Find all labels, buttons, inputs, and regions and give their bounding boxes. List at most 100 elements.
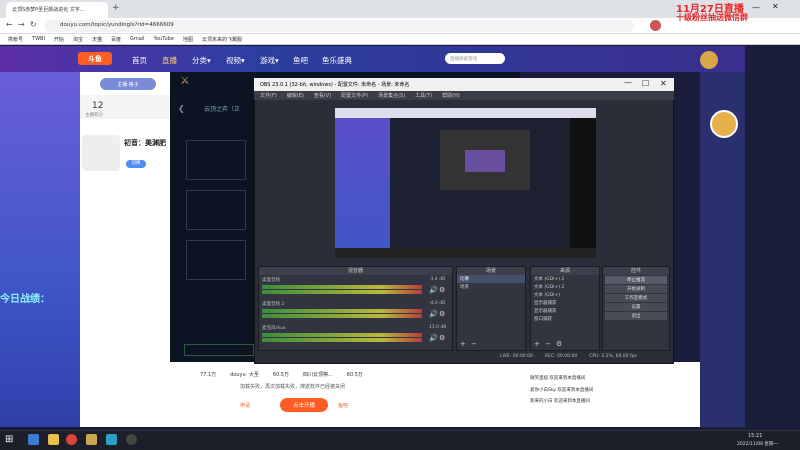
slot-box[interactable] [186, 140, 246, 180]
add-source-icon[interactable]: + [534, 340, 540, 348]
host-tab[interactable]: 主播·格子 [100, 78, 156, 90]
gear-icon[interactable]: ⚙ [556, 340, 562, 348]
apply-link[interactable]: 申请 [240, 402, 250, 409]
stop-stream-button[interactable]: 停止推流 [605, 276, 667, 284]
obs-menu-view[interactable]: 查看(V) [314, 92, 331, 99]
gear-icon[interactable]: ⚙ [439, 310, 445, 318]
bookmark[interactable]: 云顶未来的飞翼服 [202, 36, 242, 43]
sources-dock: 来源 文本 (GDI+) 2 文本 (GDI+) 2 文本 (GDI+) 显示器… [530, 266, 600, 351]
bookmark[interactable]: YouTube [154, 36, 174, 42]
obs-menu-profile[interactable]: 配置文件(P) [341, 92, 368, 99]
chat-message: 爱你小白Sky 欢迎来到本直播间 [530, 388, 594, 393]
add-scene-icon[interactable]: + [460, 340, 466, 348]
source-item[interactable]: 显示器捕获 [531, 299, 599, 307]
promo-text: 加载失败，再次加载失败，搜返软件已经被关闭 [240, 384, 346, 390]
speaker-icon[interactable]: 🔊 [429, 310, 438, 318]
obs-icon[interactable] [126, 434, 137, 445]
clock-date[interactable]: 2022/11/08 星期一 [737, 441, 778, 447]
avatar[interactable] [650, 20, 661, 31]
obs-menu-help[interactable]: 帮助(H) [442, 92, 460, 99]
badge-icon[interactable] [710, 110, 738, 138]
bookmark[interactable]: 天猫 [92, 36, 102, 43]
source-item[interactable]: 文本 (GDI+) [531, 291, 599, 299]
obs-menu-file[interactable]: 文件(F) [260, 92, 277, 99]
stat-value: douyu· 大圣 [230, 372, 259, 378]
back-icon[interactable]: ← [6, 20, 13, 29]
game-title: 云顶之弈（正 [204, 106, 241, 113]
browser-tab[interactable]: 云顶S赤梦P圣巨颜战进化 文字... [6, 2, 108, 18]
source-item[interactable]: 显示器捕获 [531, 307, 599, 315]
nav-home[interactable]: 首页 [132, 55, 147, 66]
source-item[interactable]: 文本 (GDI+) 2 [531, 283, 599, 291]
slot-box[interactable] [186, 190, 246, 230]
audio-meter [262, 333, 422, 337]
reload-icon[interactable]: ↻ [30, 20, 37, 29]
speaker-icon[interactable]: 🔊 [429, 286, 438, 294]
obs-menu-tools[interactable]: 工具(T) [415, 92, 432, 99]
scene-item[interactable]: 场景 [457, 283, 525, 291]
obs-preview[interactable] [335, 108, 596, 258]
folder-icon[interactable] [48, 434, 59, 445]
remove-scene-icon[interactable]: − [471, 340, 477, 348]
nav-category[interactable]: 分类▾ [192, 55, 211, 66]
obs-menu-edit[interactable]: 编辑(E) [287, 92, 304, 99]
bookmark[interactable]: TWBI [32, 36, 45, 42]
fishbar-link[interactable]: 鱼吧 [338, 402, 348, 409]
mixer-header: 混音器 [259, 267, 452, 275]
slot-box[interactable] [186, 240, 246, 280]
obs-menu-scenes[interactable]: 场景集合(S) [378, 92, 405, 99]
preview-center [465, 150, 505, 172]
nav-festival[interactable]: 鱼乐盛典 [322, 55, 352, 66]
scene-item[interactable]: 比赛 [457, 275, 525, 283]
minimize-icon[interactable]: — [752, 3, 760, 12]
bookmark[interactable]: 百度 [111, 36, 121, 43]
start-live-button[interactable]: 点击开播 [280, 398, 328, 412]
chat-message: 新来的小白 欢迎来到本直播间 [530, 399, 590, 404]
ie-icon[interactable] [28, 434, 39, 445]
bookmark[interactable]: 开始 [54, 36, 64, 43]
back-arrow-icon[interactable]: ❮ [178, 104, 185, 113]
studio-mode-button[interactable]: 工作室模式 [605, 294, 667, 302]
audio-meter [262, 338, 422, 342]
source-item[interactable]: 窗口捕获 [531, 315, 599, 323]
user-avatar[interactable] [700, 51, 718, 69]
new-tab-button[interactable]: + [112, 3, 120, 13]
address-bar[interactable]: douyu.com/topic/yundingls?rid=4666609 [44, 20, 634, 32]
app-icon[interactable] [106, 434, 117, 445]
stat-value: 四川云顶棋... [303, 372, 333, 378]
gear-icon[interactable]: ⚙ [439, 286, 445, 294]
obs-maximize-icon[interactable]: ☐ [642, 79, 649, 88]
source-item[interactable]: 文本 (GDI+) 2 [531, 275, 599, 283]
bookmark[interactable]: 淘宝 [73, 36, 83, 43]
forward-icon[interactable]: → [18, 20, 25, 29]
lol-icon[interactable] [86, 434, 97, 445]
bookmark[interactable]: 地图 [183, 36, 193, 43]
remove-source-icon[interactable]: − [545, 340, 551, 348]
speaker-muted-icon[interactable]: 🔊 [429, 334, 438, 342]
switch-pill[interactable]: 切换 [126, 160, 146, 168]
chrome-icon[interactable] [66, 434, 77, 445]
stat-count: 12 [92, 101, 104, 111]
obs-close-icon[interactable]: ✕ [660, 79, 667, 88]
close-icon[interactable]: ✕ [772, 2, 779, 11]
stat-value: 60.5万 [346, 372, 363, 378]
obs-minimize-icon[interactable]: — [624, 78, 632, 87]
bookmark[interactable]: Gmail [130, 36, 145, 42]
search-input[interactable]: 直播搜索游戏 [445, 53, 505, 64]
nav-fishbar[interactable]: 鱼吧 [293, 55, 308, 66]
exit-button[interactable]: 退出 [605, 312, 667, 320]
douyu-logo[interactable]: 斗鱼 [78, 52, 112, 65]
mixer-db: -4.0 dB [429, 301, 446, 306]
scenes-header: 场景 [457, 267, 525, 275]
settings-button[interactable]: 设置 [605, 303, 667, 311]
host-avatar[interactable] [82, 135, 120, 171]
nav-video[interactable]: 视频▾ [226, 55, 245, 66]
nav-live[interactable]: 直播 [162, 55, 177, 66]
bookmark[interactable]: 携帐号 [8, 36, 23, 43]
slot-box[interactable] [184, 344, 254, 356]
gear-icon[interactable]: ⚙ [439, 334, 445, 342]
clock-time[interactable]: 15:21 [748, 433, 762, 439]
start-record-button[interactable]: 开始录制 [605, 285, 667, 293]
windows-start-icon[interactable]: ⊞ [5, 434, 13, 445]
nav-game[interactable]: 游戏▾ [260, 55, 279, 66]
